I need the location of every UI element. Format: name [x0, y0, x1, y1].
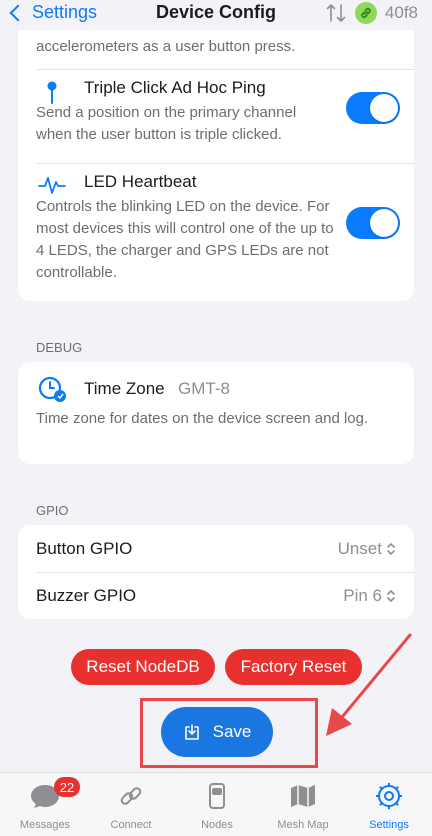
highlight-annotation-box	[140, 698, 318, 768]
button-gpio-label: Button GPIO	[36, 539, 133, 558]
time-zone-value: GMT-8	[178, 379, 230, 398]
debug-section-header: DEBUG	[36, 340, 83, 355]
tab-label: Connect	[110, 819, 152, 831]
chevron-up-down-icon	[387, 589, 395, 603]
triple-click-description: Send a position on the primary channel w…	[36, 104, 297, 143]
navigation-bar: Settings Device Config 40f8	[0, 0, 432, 30]
back-button[interactable]: Settings	[8, 2, 97, 23]
toggle-knob	[370, 209, 398, 237]
unread-badge: 22	[54, 777, 80, 797]
heartbeat-icon	[38, 177, 66, 194]
tab-nodes[interactable]: Nodes	[174, 781, 260, 831]
toggle-knob	[370, 94, 398, 122]
map-icon	[291, 785, 315, 807]
tab-label: Settings	[369, 819, 409, 831]
link-icon	[120, 787, 142, 805]
triple-click-toggle[interactable]	[346, 92, 400, 124]
connection-link-icon[interactable]	[354, 2, 377, 24]
debug-card[interactable]: Time Zone GMT-8 Time zone for dates on t…	[18, 362, 414, 464]
tab-label: Mesh Map	[277, 819, 329, 831]
led-heartbeat-title: LED Heartbeat	[84, 172, 197, 191]
clock-icon	[38, 376, 66, 402]
node-id-label: 40f8	[384, 3, 418, 22]
tab-label: Messages	[19, 819, 71, 831]
buzzer-gpio-picker[interactable]: Pin 6	[343, 586, 396, 606]
back-label: Settings	[32, 2, 98, 22]
gear-icon	[376, 783, 402, 809]
tab-label: Nodes	[201, 819, 233, 831]
time-zone-description: Time zone for dates on the device screen…	[36, 410, 369, 427]
tab-connect[interactable]: Connect	[88, 781, 174, 831]
button-gpio-picker[interactable]: Unset	[338, 539, 396, 559]
led-heartbeat-row: LED Heartbeat Controls the blinking LED …	[18, 164, 414, 294]
led-heartbeat-toggle[interactable]	[346, 207, 400, 239]
button-gpio-row[interactable]: Button GPIO Unset	[18, 525, 414, 572]
chevron-up-down-icon	[387, 542, 395, 556]
gpio-card: Button GPIO Unset Buzzer GPIO Pin 6	[18, 525, 414, 619]
sort-icon[interactable]	[325, 1, 347, 25]
gpio-section-header: GPIO	[36, 503, 69, 518]
tab-messages[interactable]: 22 Messages	[2, 777, 88, 831]
device-options-card: accelerometers as a user button press. T…	[18, 0, 414, 301]
chevron-left-icon	[9, 4, 27, 21]
led-heartbeat-description: Controls the blinking LED on the device.…	[36, 198, 334, 281]
button-gpio-value: Unset	[337, 539, 382, 558]
tab-mesh-map[interactable]: Mesh Map	[260, 781, 346, 831]
time-zone-title: Time Zone	[84, 379, 165, 398]
tab-bar: 22 Messages Connect Nodes Mesh Map Setti…	[0, 772, 432, 836]
reset-nodedb-button[interactable]: Reset NodeDB	[71, 649, 215, 685]
device-icon	[209, 783, 225, 809]
buzzer-gpio-label: Buzzer GPIO	[36, 586, 137, 605]
triple-click-title: Triple Click Ad Hoc Ping	[84, 78, 266, 97]
buzzer-gpio-row[interactable]: Buzzer GPIO Pin 6	[18, 572, 414, 619]
triple-click-row: Triple Click Ad Hoc Ping Send a position…	[18, 70, 414, 163]
tab-settings[interactable]: Settings	[346, 781, 432, 831]
partial-description: accelerometers as a user button press.	[36, 38, 296, 55]
buzzer-gpio-value: Pin 6	[343, 586, 382, 605]
annotation-arrow	[326, 633, 412, 736]
